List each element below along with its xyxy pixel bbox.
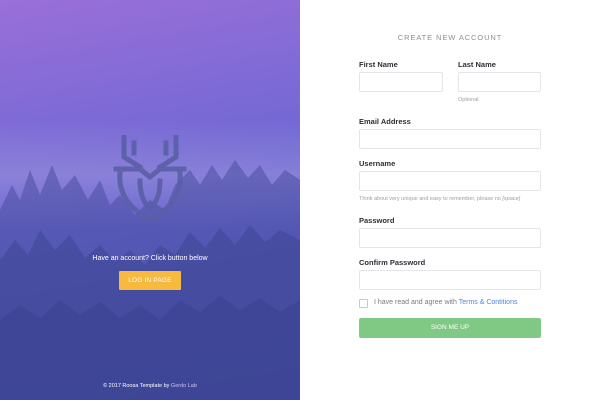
- first-name-label: First Name: [359, 60, 398, 69]
- username-hint-emphasis: [space]: [502, 196, 521, 202]
- agree-text-row: I have read and agree with Terms & Conti…: [374, 299, 517, 306]
- confirm-password-label: Confirm Password: [359, 258, 426, 267]
- have-account-text: Have an account? Click button below: [92, 255, 208, 262]
- first-name-input[interactable]: [359, 72, 443, 92]
- password-label: Password: [359, 216, 395, 225]
- username-input[interactable]: [359, 171, 541, 191]
- last-name-label: Last Name: [458, 60, 496, 69]
- form-title: CREATE NEW ACCOUNT: [397, 33, 503, 42]
- confirm-password-input[interactable]: [359, 270, 541, 290]
- last-name-hint: Optional: [458, 97, 479, 103]
- username-label: Username: [359, 159, 396, 168]
- username-hint: Think about very unique and easy to reme…: [359, 196, 520, 202]
- email-label: Email Address: [359, 117, 411, 126]
- password-input[interactable]: [359, 228, 541, 248]
- email-input[interactable]: [359, 129, 541, 149]
- agree-checkbox[interactable]: [359, 299, 368, 308]
- agree-text: I have read and agree with: [374, 299, 457, 306]
- copyright-footer: © 2017 Roosa Template by Gerdo Lab: [0, 383, 300, 389]
- signup-form-panel: CREATE NEW ACCOUNT First Name Last Name …: [300, 0, 600, 400]
- username-hint-text: Think about very unique and easy to reme…: [359, 196, 503, 202]
- deer-antler-shield-icon: [113, 135, 187, 222]
- terms-link[interactable]: Terms & Contitions: [459, 299, 518, 306]
- brand-link[interactable]: Gerdo Lab: [171, 383, 197, 389]
- left-hero-panel: Have an account? Click button below LOG …: [0, 0, 300, 400]
- login-page-button[interactable]: LOG IN PAGE: [119, 271, 181, 290]
- sign-me-up-button[interactable]: SIGN ME UP: [359, 318, 541, 338]
- last-name-input[interactable]: [458, 72, 541, 92]
- copyright-text: © 2017 Roosa Template by: [103, 383, 170, 389]
